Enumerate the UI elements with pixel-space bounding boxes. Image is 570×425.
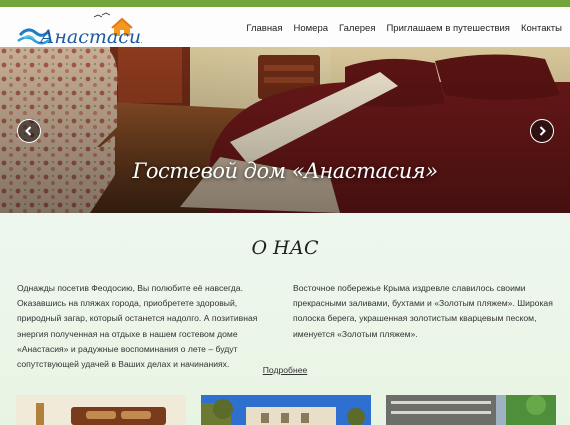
- nav-home[interactable]: Главная: [246, 23, 282, 34]
- nav-gallery[interactable]: Галерея: [339, 23, 375, 34]
- hero-slider: Гостевой дом «Анастасия»: [0, 47, 570, 213]
- main-nav: Главная Номера Галерея Приглашаем в путе…: [246, 23, 562, 34]
- gallery-thumb-room[interactable]: [16, 395, 186, 425]
- chevron-left-icon: [25, 126, 32, 136]
- about-text-right: Восточное побережье Крыма издревле слави…: [293, 283, 553, 339]
- gallery-thumb-building[interactable]: [201, 395, 371, 425]
- gallery-thumb-balcony[interactable]: [386, 395, 556, 425]
- site-logo[interactable]: Анастасия: [16, 11, 154, 49]
- top-accent-bar: [0, 0, 570, 7]
- chevron-right-icon: [539, 126, 546, 136]
- more-link[interactable]: Подробнее: [0, 365, 570, 375]
- slider-next-button[interactable]: [530, 119, 554, 143]
- hero-room-photo: [0, 47, 570, 213]
- slider-prev-button[interactable]: [17, 119, 41, 143]
- nav-travel[interactable]: Приглашаем в путешествия: [386, 23, 509, 34]
- nav-contacts[interactable]: Контакты: [521, 23, 562, 34]
- about-text-left: Однажды посетив Феодосию, Вы полюбите её…: [17, 283, 258, 370]
- nav-rooms[interactable]: Номера: [294, 23, 329, 34]
- svg-text:Анастасия: Анастасия: [38, 26, 142, 48]
- about-section: О НАС Однажды посетив Феодосию, Вы полюб…: [0, 213, 570, 425]
- about-title: О НАС: [251, 237, 319, 259]
- hero-caption: Гостевой дом «Анастасия»: [132, 159, 438, 183]
- site-header: Анастасия Главная Номера Галерея Приглаш…: [0, 7, 570, 49]
